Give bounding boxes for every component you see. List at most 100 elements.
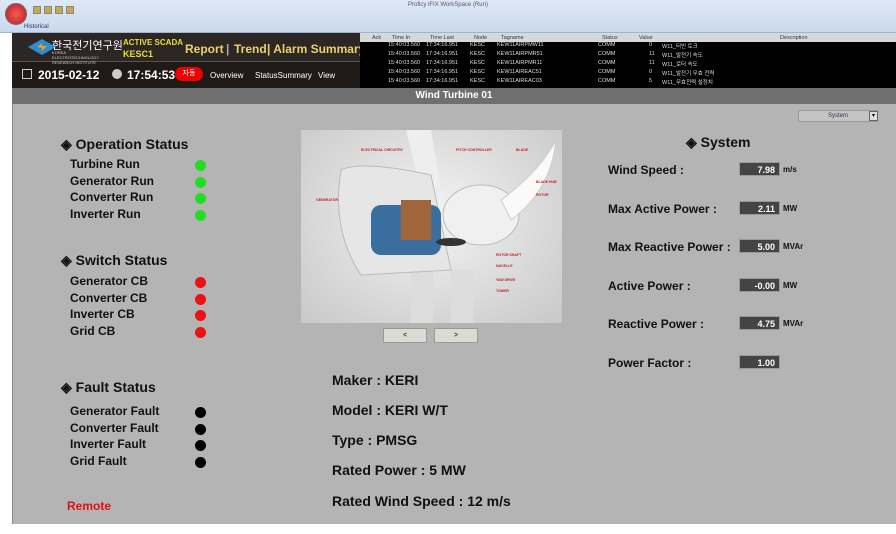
switch-item-label: Inverter CB [70,307,135,322]
alarm-column-header[interactable]: Ack [372,35,381,41]
system-label: Reactive Power : [608,317,705,331]
status-indicator-black [195,407,206,418]
next-image-button[interactable]: > [434,328,478,343]
spec-model: Model : KERI W/T [332,402,448,418]
alarm-cell[interactable]: COMM [598,78,615,84]
alarm-cell[interactable]: COMM [598,60,615,66]
chevron-down-icon[interactable]: ▾ [869,111,878,121]
alarm-column-header[interactable]: Time Last [430,35,454,41]
alarm-cell[interactable]: COMM [598,42,615,48]
alarm-cell[interactable]: KEW11AIREAC03 [497,78,542,84]
system-unit: MW [783,203,798,213]
spec-rated-power: Rated Power : 5 MW [332,462,466,478]
alarm-cell[interactable]: KEW11AIRPMW11 [497,42,544,48]
switch-item-label: Converter CB [70,290,148,305]
quick-access-icon[interactable] [44,6,52,14]
diagram-label: NACELLE [496,264,513,268]
alarm-cell[interactable]: KEW11AIRPMR11 [497,60,542,66]
alarm-cell[interactable]: 15:40:03.560 [388,60,420,66]
quick-access-icon[interactable] [66,6,74,14]
alarm-cell[interactable]: 15:40:03.560 [388,42,420,48]
system-label: Power Factor : [608,355,692,370]
status-indicator-green [195,176,206,188]
alarm-cell[interactable]: 11 [649,51,655,57]
subnav-status-summary[interactable]: StatusSummary [255,71,312,80]
org-name-english: KOREA ELECTROTECHNOLOGY RESEARCH INSTITU… [52,50,99,65]
alarm-cell[interactable]: 17:34:16.951 [426,42,458,48]
fault-item-label: Grid Fault [70,454,127,469]
alarm-cell[interactable]: W11_터빈 토크 [662,42,698,50]
alarm-column-header[interactable]: Status [602,35,618,41]
status-indicator-red [195,293,206,305]
alarm-cell[interactable]: KESC [470,60,485,66]
alarm-cell[interactable]: KEW11AIRPMR51 [497,51,543,57]
prev-image-button[interactable]: < [383,328,427,343]
alarm-cell[interactable]: KESC [470,51,485,57]
alarm-cell[interactable]: 5 [649,78,652,84]
diagram-label: BLADE [516,148,529,152]
spec-maker: Maker : KERI [332,372,419,388]
operation-item-label: Inverter Run [70,207,141,222]
auto-mode-badge[interactable]: 자동 [175,67,203,81]
alarm-cell[interactable]: KESC [470,69,485,75]
alarm-cell[interactable]: 0 [649,42,652,48]
alarm-column-header[interactable]: Time In [392,35,410,41]
alarm-column-header[interactable]: Tagname [501,35,524,41]
current-time: 17:54:53 [127,68,176,82]
system-label: Max Active Power : [608,201,717,216]
calendar-icon [22,69,32,79]
system-value: 7.98 [739,162,780,176]
system-unit: m/s [783,165,797,174]
operation-status-title: ◈ Operation Status [61,136,189,152]
alarm-cell[interactable]: 11 [649,60,655,66]
system-value: 2.11 [739,200,780,215]
alarm-cell[interactable]: 15:40:03.560 [388,78,420,84]
alarm-cell[interactable]: KESC [470,42,485,48]
diagram-label: BLADE HUB [536,180,557,184]
quick-access-icon[interactable] [55,6,63,14]
system-value: -0.00 [739,277,780,292]
system-label: Wind Speed : [608,163,684,177]
alarm-cell[interactable]: COMM [598,69,615,75]
alarm-column-header[interactable]: Node [474,35,487,41]
alarm-cell[interactable]: KESC [470,78,485,84]
nav-separator: | [226,42,230,56]
fault-item-label: Inverter Fault [70,437,147,452]
system-title: ◈ System [686,134,751,150]
alarm-column-header[interactable]: Description [780,35,808,41]
alarm-cell[interactable]: W11_무효전력 설정치 [662,78,713,86]
operation-item-label: Turbine Run [70,157,140,171]
system-dropdown[interactable]: System [798,110,878,122]
ribbon-tab-historical[interactable]: Historical [24,24,49,30]
alarm-cell[interactable]: W11_발전기 무효 전력 [662,69,714,77]
system-label: Max Reactive Power : [608,240,731,254]
alarm-cell[interactable]: 17:34:16.951 [426,78,458,84]
app-menu-button[interactable] [5,3,27,25]
alarm-cell[interactable]: W11_로터 속도 [662,60,698,68]
system-unit: MVAr [783,319,804,328]
nav-trend[interactable]: Trend [234,42,267,56]
alarm-cell[interactable]: COMM [598,51,615,57]
alarm-cell[interactable]: 17:34:16.951 [426,51,458,57]
alarm-cell[interactable]: 17:34:16.951 [426,69,458,75]
alarm-cell[interactable]: KEW11AIREAC51 [497,69,542,75]
nav-alarm-summary[interactable]: | Alarm Summary [267,42,365,56]
subnav-overview[interactable]: Overview [210,71,243,80]
quick-access-icon[interactable] [33,6,41,14]
nav-report[interactable]: Report [185,42,224,56]
alarm-cell[interactable]: 15:40:03.560 [388,51,420,57]
alarm-column-header[interactable]: Value [639,35,653,41]
alarm-cell[interactable]: 15:40:03.560 [388,69,420,75]
diagram-label: ROTOR SHAFT [496,253,522,257]
alarm-cell[interactable]: W11_발전기 속도 [662,51,703,59]
switch-item-label: Grid CB [70,324,116,339]
clock-icon [112,69,122,79]
alarm-cell[interactable]: 0 [649,69,652,75]
switch-item-label: Generator CB [70,274,149,288]
system-value: 4.75 [739,316,780,330]
diagram-label: ELECTRICAL CIRCUITRY [361,148,403,152]
operation-item-label: Generator Run [70,173,155,188]
subnav-view[interactable]: View [318,71,335,80]
alarm-cell[interactable]: 17:34:16.951 [426,60,458,66]
switch-status-title: ◈ Switch Status [61,252,168,268]
